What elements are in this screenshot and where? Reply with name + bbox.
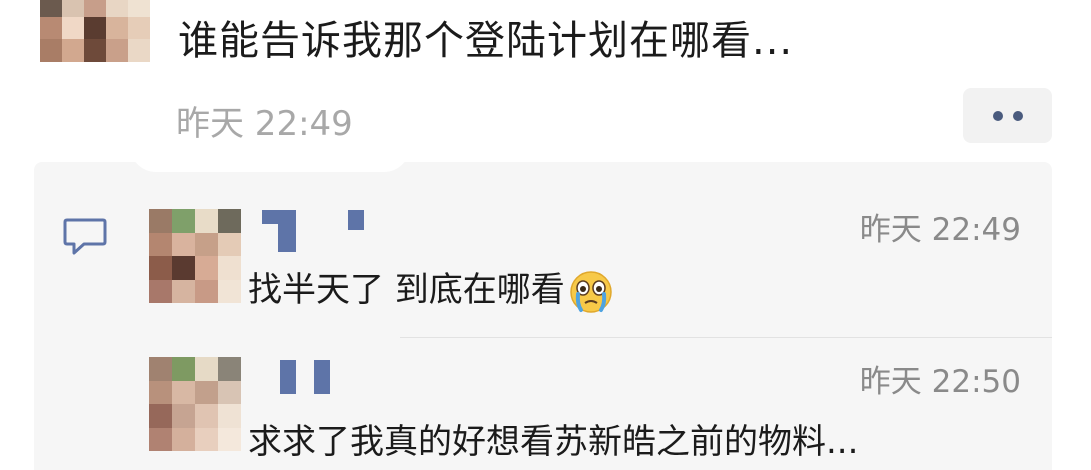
moments-post: 谁能告诉我那个登陆计划在哪看... 昨天 22:49 昨天 22:49 找半天了… (0, 0, 1091, 470)
commenter-name-link[interactable] (262, 210, 364, 252)
crying-face-emoji-icon (570, 270, 612, 313)
comment-text: 找半天了 到底在哪看 (248, 262, 613, 314)
more-dots-icon (992, 110, 1003, 121)
commenter-avatar[interactable] (149, 209, 241, 303)
post-text: 谁能告诉我那个登陆计划在哪看... (178, 18, 794, 64)
commenter-name-link[interactable] (280, 360, 330, 394)
comment-text: 求求了我真的好想看苏新皓之前的物料... (248, 422, 859, 462)
post-author-avatar[interactable] (40, 0, 150, 62)
panel-notch (130, 146, 410, 172)
comment-timestamp: 昨天 22:50 (859, 364, 1021, 400)
more-actions-button[interactable] (963, 88, 1052, 143)
comment-timestamp: 昨天 22:49 (859, 212, 1021, 248)
post-timestamp: 昨天 22:49 (176, 104, 353, 144)
comment-icon (63, 218, 107, 255)
comment-divider (400, 337, 1052, 338)
commenter-avatar[interactable] (149, 357, 241, 451)
